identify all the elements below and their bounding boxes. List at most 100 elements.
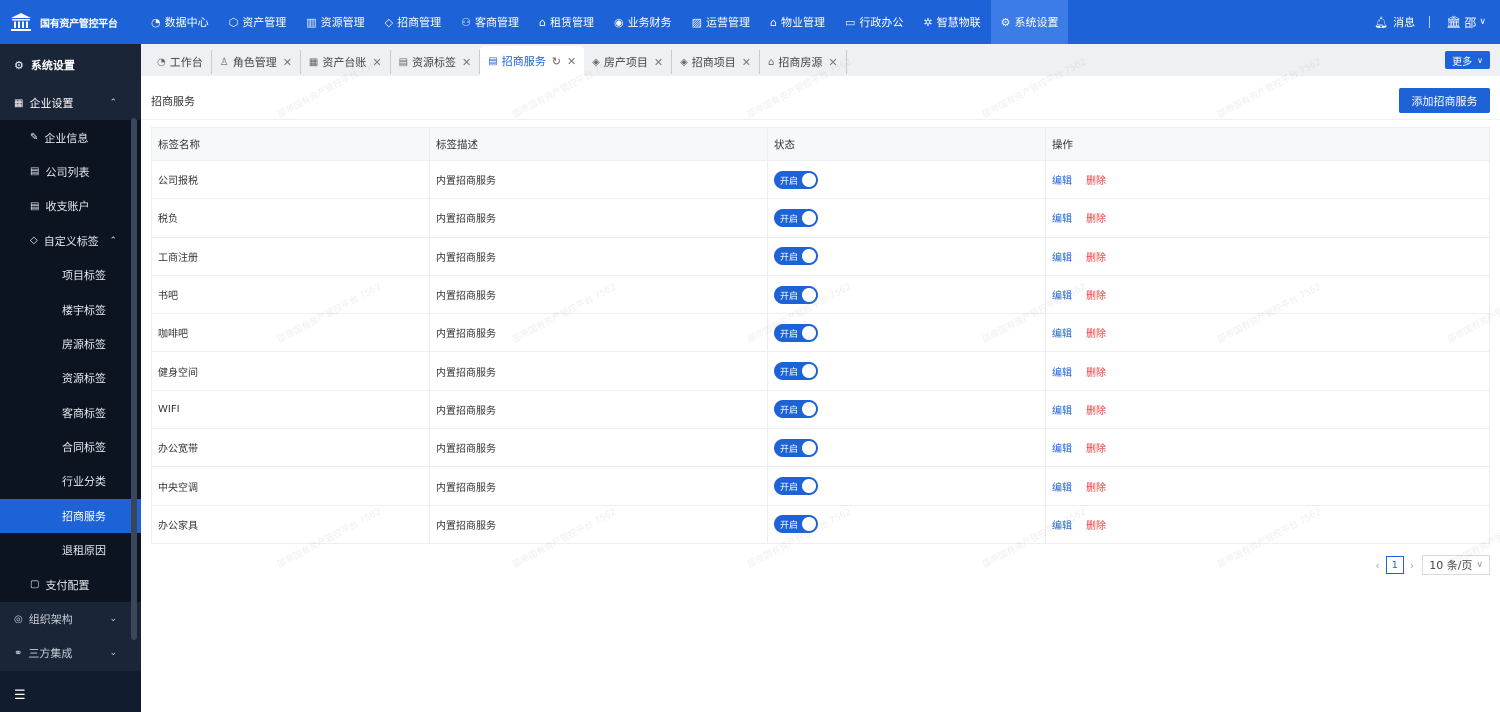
edit-link[interactable]: 编辑	[1052, 444, 1072, 455]
sidebar-item-accounts[interactable]: ▤ 收支账户	[0, 189, 141, 224]
top-menu-label: 业务财务	[627, 16, 672, 29]
status-toggle[interactable]: 开启	[774, 285, 818, 304]
delete-link[interactable]: 删除	[1086, 483, 1106, 494]
tab[interactable]: ▦ 资产台账 ✕	[301, 50, 391, 74]
status-toggle[interactable]: 开启	[774, 400, 818, 419]
sidebar-item-enterprise-info[interactable]: ✎ 企业信息	[0, 120, 141, 155]
user-menu[interactable]: 🏛︎ 邵 ∨	[1446, 14, 1486, 31]
sidebar-subitem-label: 资源标签	[62, 372, 106, 386]
page-size-select[interactable]: 10 条/页 ∨	[1422, 555, 1490, 575]
close-icon[interactable]: ✕	[654, 56, 663, 69]
delete-link[interactable]: 删除	[1086, 176, 1106, 187]
page-title: 招商服务	[151, 95, 195, 108]
collapse-menu-button[interactable]: ☰	[0, 678, 141, 712]
sidebar-group-org[interactable]: ◎ 组织架构 ⌄	[0, 601, 141, 637]
close-icon[interactable]: ✕	[372, 56, 381, 69]
top-menu-item[interactable]: ⬡ 资产管理	[219, 0, 297, 44]
edit-link[interactable]: 编辑	[1052, 176, 1072, 187]
sidebar-subitem[interactable]: 资源标签	[0, 361, 141, 396]
top-menu-item[interactable]: ▥ 资源管理	[296, 0, 374, 44]
top-menu-item[interactable]: ▨ 运营管理	[682, 0, 760, 44]
sidebar-subitem[interactable]: 退租原因	[0, 533, 141, 568]
ledger-icon: ▤	[30, 200, 40, 212]
close-icon[interactable]: ✕	[283, 56, 292, 69]
close-icon[interactable]: ✕	[742, 56, 751, 69]
next-page-icon[interactable]: ›	[1410, 559, 1414, 572]
table-row: 税负 内置招商服务 开启 编辑 删除	[151, 198, 1490, 238]
sidebar-subitem[interactable]: 项目标签	[0, 257, 141, 293]
sidebar-subitem[interactable]: 行业分类	[0, 464, 141, 499]
sidebar-subitem[interactable]: 楼宇标签	[0, 292, 141, 327]
sidebar-item-payment-config[interactable]: ▢ 支付配置	[0, 567, 141, 602]
status-toggle[interactable]: 开启	[774, 477, 818, 496]
edit-link[interactable]: 编辑	[1052, 214, 1072, 225]
cell-actions: 编辑 删除	[1045, 428, 1490, 468]
sidebar-subitem-label: 合同标签	[62, 441, 106, 455]
status-toggle[interactable]: 开启	[774, 515, 818, 534]
page-number[interactable]: 1	[1385, 556, 1404, 574]
top-menu-item[interactable]: ⌂ 租赁管理	[529, 0, 604, 44]
tab[interactable]: ◈ 招商项目 ✕	[672, 50, 760, 74]
edit-link[interactable]: 编辑	[1052, 253, 1072, 264]
brand[interactable]: 国有资产管控平台	[0, 0, 141, 44]
delete-link[interactable]: 删除	[1086, 329, 1106, 340]
tab[interactable]: ▤ 资源标签 ✕	[391, 50, 481, 74]
add-service-button[interactable]: 添加招商服务	[1399, 88, 1490, 113]
delete-link[interactable]: 删除	[1086, 214, 1106, 225]
status-toggle[interactable]: 开启	[774, 208, 818, 227]
sidebar-scrollbar[interactable]	[131, 118, 137, 640]
close-icon[interactable]: ✕	[567, 55, 576, 68]
top-menu-item[interactable]: ⚇ 客商管理	[451, 0, 529, 44]
edit-link[interactable]: 编辑	[1052, 406, 1072, 417]
sidebar-group-third-party[interactable]: ⚭ 三方集成 ⌄	[0, 636, 141, 671]
status-toggle[interactable]: 开启	[774, 247, 818, 266]
sidebar-subitem[interactable]: 房源标签	[0, 326, 141, 362]
status-toggle[interactable]: 开启	[774, 438, 818, 457]
edit-link[interactable]: 编辑	[1052, 483, 1072, 494]
refresh-icon[interactable]: ↻	[552, 55, 561, 68]
tab[interactable]: ⌂ 招商房源 ✕	[760, 50, 847, 74]
top-menu-item[interactable]: ◇ 招商管理	[375, 0, 451, 44]
user-name: 邵	[1464, 15, 1477, 30]
delete-link[interactable]: 删除	[1086, 368, 1106, 379]
sidebar-subitem[interactable]: 客商标签	[0, 395, 141, 430]
prev-page-icon[interactable]: ‹	[1375, 559, 1379, 572]
more-tabs-button[interactable]: 更多 ∨	[1445, 51, 1490, 69]
top-menu-item[interactable]: ◔ 数据中心	[141, 0, 219, 44]
delete-link[interactable]: 删除	[1086, 406, 1106, 417]
building-icon: ▥	[306, 15, 317, 29]
sidebar-subitem[interactable]: 招商服务	[0, 498, 141, 534]
cell-name: 税负	[151, 198, 430, 238]
top-menu-item[interactable]: ⚙ 系统设置	[990, 0, 1069, 44]
status-toggle[interactable]: 开启	[774, 362, 818, 381]
tab[interactable]: ▤ 招商服务 ↻ ✕	[480, 46, 585, 76]
messages-label: 消息	[1393, 16, 1416, 29]
status-toggle[interactable]: 开启	[774, 323, 818, 342]
delete-link[interactable]: 删除	[1086, 521, 1106, 532]
sidebar-item-custom-tags[interactable]: ◇ 自定义标签 ⌃	[0, 223, 141, 258]
column-header: 标签名称	[151, 127, 430, 161]
sidebar-subitem[interactable]: 合同标签	[0, 429, 141, 465]
messages-button[interactable]: 🔔︎ 消息	[1374, 14, 1415, 30]
top-menu-item[interactable]: ◉ 业务财务	[604, 0, 682, 44]
delete-link[interactable]: 删除	[1086, 291, 1106, 302]
sidebar-item-company-list[interactable]: ▤ 公司列表	[0, 154, 141, 190]
page-header: 招商服务 添加招商服务	[141, 76, 1500, 120]
close-icon[interactable]: ✕	[462, 56, 471, 69]
delete-link[interactable]: 删除	[1086, 444, 1106, 455]
delete-link[interactable]: 删除	[1086, 253, 1106, 264]
tab[interactable]: ◈ 房产项目 ✕	[584, 50, 673, 74]
status-toggle[interactable]: 开启	[774, 170, 818, 189]
close-icon[interactable]: ✕	[828, 56, 837, 69]
tab[interactable]: ◔ 工作台	[149, 50, 212, 74]
edit-link[interactable]: 编辑	[1052, 329, 1072, 340]
top-menu-item[interactable]: ⌂ 物业管理	[760, 0, 835, 44]
top-menu-item[interactable]: ✲ 智慧物联	[913, 0, 990, 44]
edit-link[interactable]: 编辑	[1052, 368, 1072, 379]
tab[interactable]: ♙ 角色管理 ✕	[212, 50, 301, 74]
edit-link[interactable]: 编辑	[1052, 291, 1072, 302]
top-menu-item[interactable]: ▭ 行政办公	[835, 0, 913, 44]
sidebar-group-enterprise[interactable]: ▦ 企业设置 ⌃	[0, 86, 141, 121]
cell-status: 开启	[767, 466, 1046, 506]
edit-link[interactable]: 编辑	[1052, 521, 1072, 532]
